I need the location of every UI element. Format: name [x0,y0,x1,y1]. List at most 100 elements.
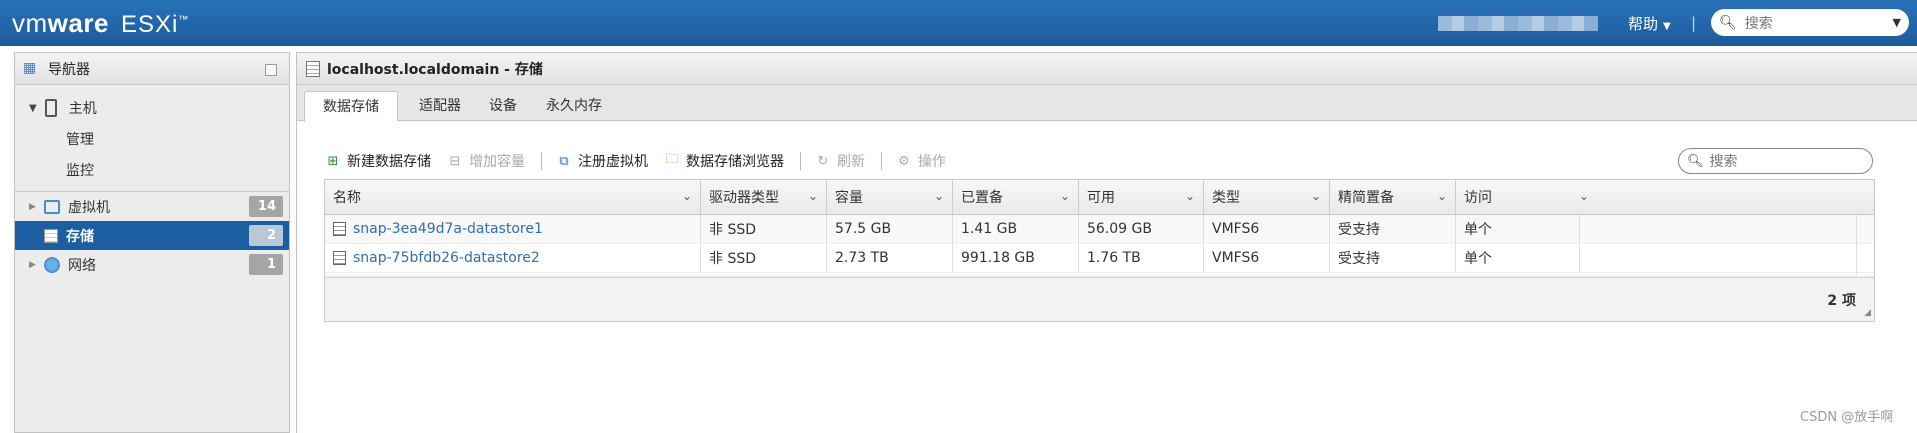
divider [541,152,542,170]
tab-adapters[interactable]: 适配器 [401,91,479,122]
cell-name[interactable]: snap-75bfdb26-datastore2 [325,244,701,272]
refresh-button[interactable]: ↻ 刷新 [815,151,865,171]
column-header-provisioned[interactable]: 已置备 ⌄ [953,180,1079,214]
chevron-down-icon[interactable]: ⌄ [1185,189,1195,203]
chevron-down-icon[interactable]: ▼ [1893,16,1901,29]
nav-item-label: 虚拟机 [68,199,110,216]
tab-datastores[interactable]: 数据存储 [304,91,398,122]
expand-triangle-icon[interactable]: ▼ [29,103,37,114]
cell-provisioned: 1.41 GB [953,215,1079,243]
datastore-link[interactable]: snap-3ea49d7a-datastore1 [353,221,543,237]
search-icon: 🔍︎ [1719,14,1737,31]
nav-item-vms[interactable]: ▶ 虚拟机 14 [15,192,289,221]
table-header: 名称 ⌄ 驱动器类型 ⌄ 容量 ⌄ 已置备 ⌄ 可用 ⌄ 类型 ⌄ 精简置备 ⌄ 访问 ⌄ [325,180,1874,215]
actions-button[interactable]: ⚙ 操作 [896,151,946,171]
column-header-thin-provisioning[interactable]: 精简置备 ⌄ [1330,180,1456,214]
storage-icon [306,60,320,77]
table-footer: 2 项 ◢ [325,277,1874,321]
expand-triangle-icon[interactable]: ▶ [29,260,37,270]
column-header-free[interactable]: 可用 ⌄ [1079,180,1204,214]
search-input[interactable]: 搜索 [1745,13,1893,33]
main-panel: localhost.localdomain - 存储 数据存储 适配器 设备 永… [296,52,1917,433]
gear-icon: ⚙ [898,153,910,169]
chevron-down-icon[interactable]: ⌄ [1060,189,1070,203]
column-header-drive-type[interactable]: 驱动器类型 ⌄ [701,180,827,214]
new-datastore-icon: ⊞ [327,153,339,169]
cell-provisioned: 991.18 GB [953,244,1079,272]
datastore-icon [333,251,346,265]
vertical-scrollbar[interactable] [1856,215,1857,275]
chevron-down-icon[interactable]: ⌄ [1579,189,1589,203]
cell-access: 单个 [1456,244,1580,272]
datastore-table: 名称 ⌄ 驱动器类型 ⌄ 容量 ⌄ 已置备 ⌄ 可用 ⌄ 类型 ⌄ 精简置备 ⌄ 访问 ⌄ sn… [324,179,1875,322]
datastore-icon [333,222,346,236]
nav-item-network[interactable]: ▶ 网络 1 [15,250,289,279]
cell-capacity: 57.5 GB [827,215,953,243]
divider [800,152,801,170]
table-row[interactable]: snap-75bfdb26-datastore2 非 SSD 2.73 TB 9… [325,244,1874,273]
count-badge: 2 [249,225,283,246]
cell-thin-provisioning: 受支持 [1330,215,1456,243]
datastore-link[interactable]: snap-75bfdb26-datastore2 [353,250,540,266]
search-icon: 🔍︎ [1687,153,1704,169]
chevron-down-icon[interactable]: ⌄ [1311,189,1321,203]
nav-item-label: 存储 [66,228,94,245]
nav-item-monitor[interactable]: 监控 [15,154,289,185]
vm-icon [44,199,60,214]
storage-icon [44,228,58,243]
chevron-down-icon: ▼ [1663,21,1671,32]
help-menu[interactable]: 帮助 ▼ [1628,13,1671,34]
cell-free: 56.09 GB [1079,215,1204,243]
host-icon [44,99,57,117]
count-badge: 14 [249,196,283,217]
chevron-down-icon[interactable]: ⌄ [682,189,692,203]
nav-host[interactable]: ▼ 主机 [15,93,289,123]
global-search[interactable]: 🔍︎ 搜索 ▼ [1711,9,1909,36]
new-datastore-button[interactable]: ⊞ 新建数据存储 [325,151,431,171]
chevron-down-icon[interactable]: ⌄ [1437,189,1447,203]
search-input[interactable]: 搜索 [1710,151,1738,171]
register-vm-button[interactable]: ⧉ 注册虚拟机 [556,151,648,171]
resize-handle-icon[interactable]: ◢ [1864,308,1871,318]
tab-persistent-memory[interactable]: 永久内存 [528,91,620,122]
main-header: localhost.localdomain - 存储 [297,53,1917,85]
column-header-type[interactable]: 类型 ⌄ [1204,180,1330,214]
user-name-blurred[interactable] [1438,16,1598,31]
column-header-access[interactable]: 访问 ⌄ [1456,180,1597,214]
increase-capacity-icon: ⊟ [449,153,461,169]
expand-triangle-icon[interactable]: ▶ [29,202,37,212]
cell-type: VMFS6 [1204,215,1330,243]
nav-item-label: 网络 [68,257,96,274]
datastore-browser-button[interactable]: 🗀 数据存储浏览器 [664,151,784,171]
navigator-title: 导航器 [48,61,90,78]
chevron-down-icon[interactable]: ⌄ [808,189,818,203]
watermark: CSDN @放手啊 [1800,410,1894,425]
item-count: 2 项 [1827,293,1856,309]
navigator-icon: ▦ [23,59,37,76]
count-badge: 1 [249,254,283,275]
cell-name[interactable]: snap-3ea49d7a-datastore1 [325,215,701,243]
grid-search[interactable]: 🔍︎ 搜索 [1678,148,1873,174]
nav-item-storage[interactable]: 存储 2 [15,221,289,250]
column-header-capacity[interactable]: 容量 ⌄ [827,180,953,214]
column-header-name[interactable]: 名称 ⌄ [325,180,701,214]
cell-capacity: 2.73 TB [827,244,953,272]
tab-devices[interactable]: 设备 [471,91,535,122]
network-icon [44,256,60,273]
chevron-down-icon[interactable]: ⌄ [934,189,944,203]
table-body: snap-3ea49d7a-datastore1 非 SSD 57.5 GB 1… [325,215,1874,275]
collapse-icon[interactable] [265,64,277,76]
page-title: localhost.localdomain - 存储 [327,61,543,78]
cell-free: 1.76 TB [1079,244,1204,272]
tab-bar: 数据存储 适配器 设备 永久内存 [297,85,1917,122]
refresh-icon: ↻ [817,153,829,169]
divider: | [1691,14,1697,32]
toolbar: ⊞ 新建数据存储 ⊟ 增加容量 ⧉ 注册虚拟机 🗀 数据存储浏览器 ↻ 刷新 ⚙… [325,149,962,173]
folder-search-icon: 🗀 [665,152,679,167]
nav-item-manage[interactable]: 管理 [15,123,289,154]
table-row[interactable]: snap-3ea49d7a-datastore1 非 SSD 57.5 GB 1… [325,215,1874,244]
increase-capacity-button[interactable]: ⊟ 增加容量 [447,151,525,171]
cell-access: 单个 [1456,215,1580,243]
navigator-panel: ▦ 导航器 ▼ 主机 管理 监控 ▶ 虚拟机 14 存储 2 ▶ 网络 1 [14,52,290,433]
top-bar: vmware ESXi™ 帮助 ▼ | 🔍︎ 搜索 ▼ [0,0,1917,46]
